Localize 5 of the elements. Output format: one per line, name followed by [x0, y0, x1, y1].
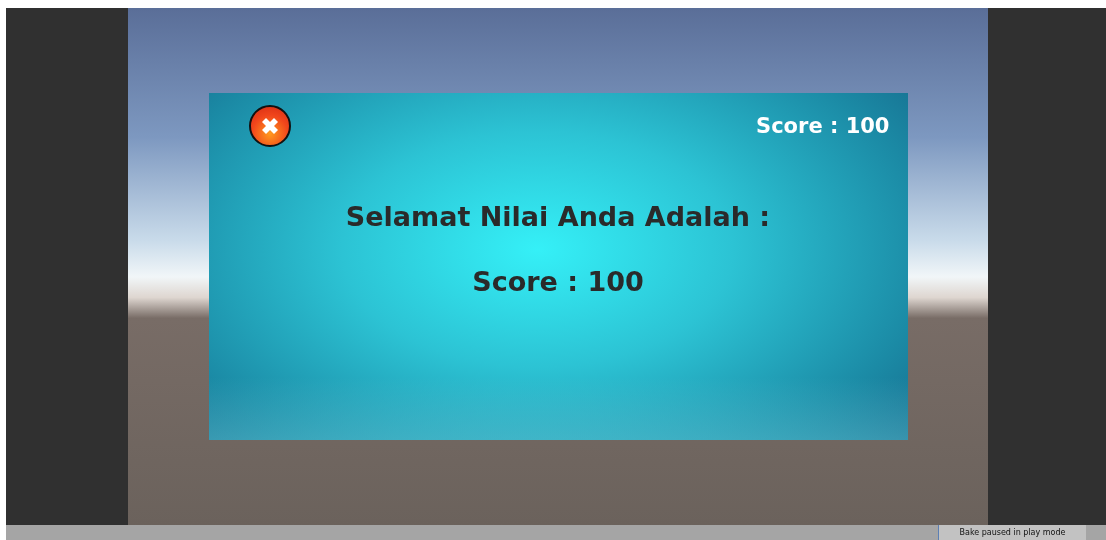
status-message: Bake paused in play mode	[938, 525, 1086, 540]
close-button[interactable]	[248, 105, 291, 147]
score-label: Score : 100	[756, 114, 890, 138]
score-value: Score : 100	[472, 266, 644, 297]
congratulation-message: Selamat Nilai Anda Adalah :	[345, 201, 771, 232]
